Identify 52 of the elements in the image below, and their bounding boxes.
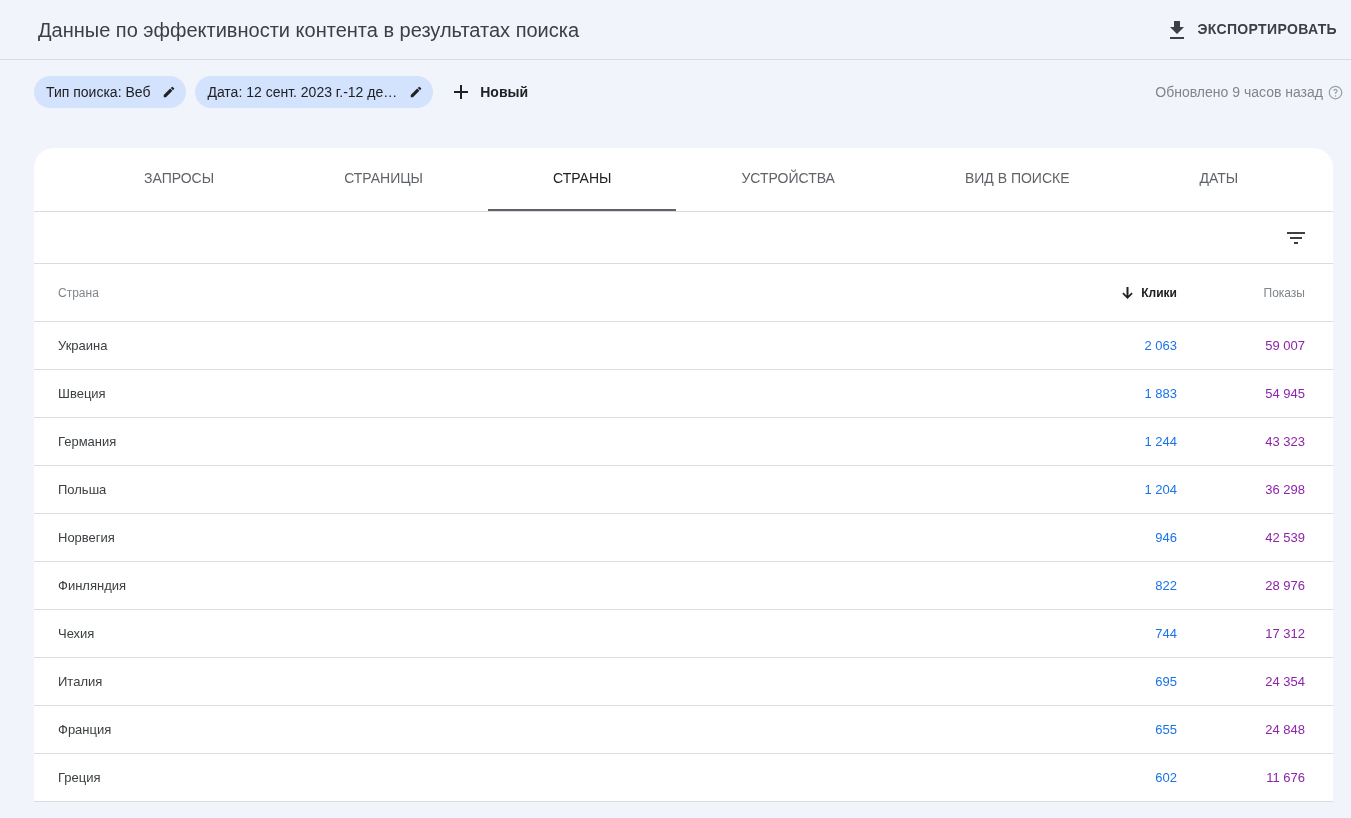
table-cell-text: 24 354 <box>1265 672 1305 691</box>
download-icon <box>1169 20 1186 39</box>
table-cell: Финляндия <box>58 577 126 593</box>
table-cell-text: 54 945 <box>1265 384 1305 403</box>
table-cell-text: 59 007 <box>1265 336 1305 355</box>
tab[interactable]: УСТРОЙСТВА <box>676 148 900 211</box>
table-cell-text: 24 848 <box>1265 720 1305 739</box>
table-cell-text: 17 312 <box>1265 624 1305 643</box>
new-filter-button[interactable]: Новый <box>454 81 529 103</box>
tab[interactable]: ВИД В ПОИСКЕ <box>899 148 1135 211</box>
filter-chip[interactable]: Тип поиска: Веб <box>34 76 187 108</box>
table-cell-text: 1 244 <box>1144 432 1177 451</box>
table-cell: Норвегия <box>58 529 115 545</box>
table-cell-text: 946 <box>1155 528 1177 547</box>
column-header[interactable]: Страна <box>58 283 1077 302</box>
table-cell-text: 11 676 <box>1266 768 1305 787</box>
table-cell-text: 744 <box>1155 624 1177 643</box>
table-cell: Франция <box>58 721 112 737</box>
edit-icon <box>409 85 424 99</box>
tab[interactable]: ДАТЫ <box>1134 148 1304 211</box>
table-cell-text: 2 063 <box>1144 336 1177 355</box>
table-cell-text: 822 <box>1155 576 1177 595</box>
table-cell: Греция <box>58 769 101 785</box>
table-cell: Польша <box>58 481 107 497</box>
tab[interactable]: СТРАНЫ <box>488 148 677 211</box>
tab[interactable]: ЗАПРОСЫ <box>79 148 280 211</box>
table-cell-text: 36 298 <box>1265 480 1305 499</box>
table-cell: Украина <box>58 337 108 353</box>
table-cell-text: 42 539 <box>1265 528 1305 547</box>
table-cell-text: 695 <box>1155 672 1177 691</box>
table-cell: Германия <box>58 433 117 449</box>
table-cell-text: 28 976 <box>1265 576 1305 595</box>
table-cell: Италия <box>58 673 103 689</box>
table-cell-text: 1 204 <box>1144 480 1177 499</box>
filter-chip[interactable]: Дата: 12 сент. 2023 г.-12 де… <box>195 76 434 108</box>
table-cell-text: 1 883 <box>1144 384 1177 403</box>
edit-icon <box>162 85 177 99</box>
sort-arrow-icon <box>1122 286 1134 299</box>
updated-note: Обновлено 9 часов назад <box>1155 82 1323 102</box>
column-header[interactable]: Показы <box>1177 283 1305 302</box>
table-cell: Швеция <box>58 385 106 401</box>
tab[interactable]: СТРАНИЦЫ <box>279 148 488 211</box>
table-cell-text: 43 323 <box>1265 432 1305 451</box>
page-title: Данные по эффективности контента в результатах поиска <box>38 17 580 43</box>
filter-icon <box>1287 231 1305 244</box>
table-cell: Чехия <box>58 625 95 641</box>
table-cell-text: 655 <box>1155 720 1177 739</box>
plus-icon <box>454 85 469 99</box>
table-cell-text: 602 <box>1155 768 1177 787</box>
help-icon <box>1328 84 1343 100</box>
column-header[interactable]: Клики <box>1077 283 1177 302</box>
export-button[interactable]: ЭКСПОРТИРОВАТЬ <box>1165 15 1341 44</box>
